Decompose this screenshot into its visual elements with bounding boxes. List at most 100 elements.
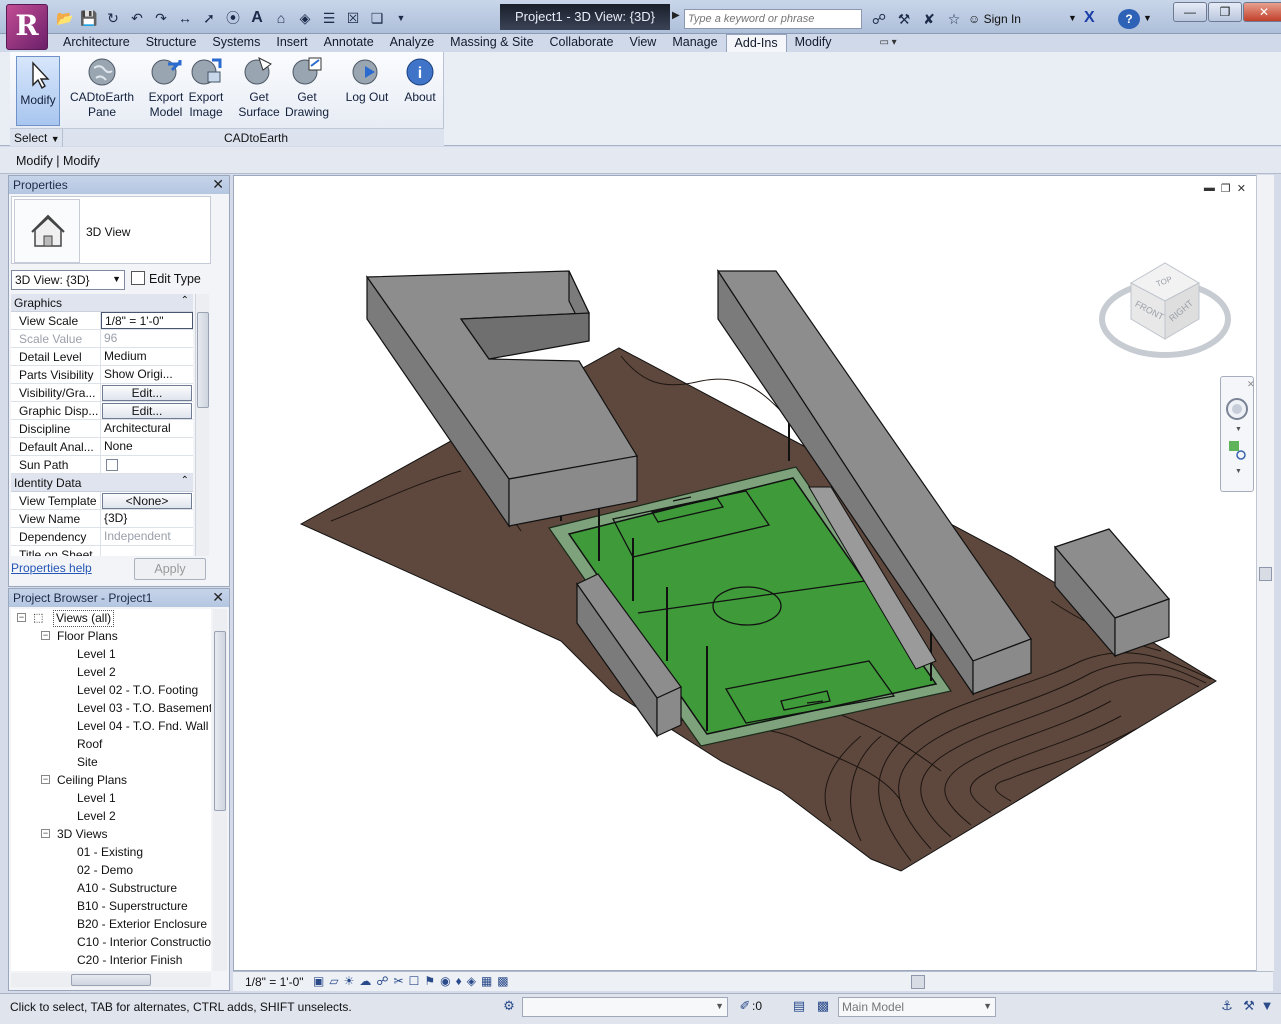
browser-tree-item[interactable]: Level 04 - T.O. Fnd. Wall [11, 717, 211, 735]
export-image-button[interactable]: Export Image [186, 56, 226, 120]
tab-add-ins[interactable]: Add-Ins [725, 34, 787, 52]
discipline-value[interactable]: Architectural [101, 420, 193, 437]
help-icon[interactable]: ? [1118, 9, 1140, 29]
close-icon[interactable]: ✕ [212, 589, 224, 606]
cadtoearth-pane-button[interactable]: CADtoEarth Pane [68, 56, 136, 120]
graphic-display-edit-button[interactable]: Edit... [102, 403, 192, 419]
dimension-icon[interactable]: ➚ [198, 8, 220, 28]
show-crop-region-icon[interactable]: ☐ [409, 974, 420, 988]
crop-view-icon[interactable]: ✂ [394, 974, 404, 988]
browser-tree-item[interactable]: − Floor Plans [11, 627, 211, 645]
tab-structure[interactable]: Structure [138, 34, 205, 52]
default-analysis-value[interactable]: None [101, 438, 193, 455]
title-on-sheet-value[interactable] [101, 546, 193, 556]
favorites-star-icon[interactable]: ☆ [943, 9, 965, 29]
customize-qat-icon[interactable]: ▼ [390, 8, 412, 28]
minimize-view-icon[interactable]: ▬ [1204, 182, 1215, 195]
switch-windows-icon[interactable]: ❏ [366, 8, 388, 28]
browser-tree-item[interactable]: B20 - Exterior Enclosure [11, 915, 211, 933]
restore-button[interactable]: ❐ [1208, 2, 1242, 22]
tab-analyze[interactable]: Analyze [382, 34, 442, 52]
save-icon[interactable]: 💾 [78, 8, 100, 28]
horizontal-scrollbar-thumb[interactable] [911, 975, 925, 989]
close-icon[interactable]: ✕ [1247, 379, 1255, 389]
unlocked-view-icon[interactable]: ⚑ [424, 974, 435, 988]
filter-icon[interactable]: ▼ [1258, 998, 1276, 1016]
type-selector[interactable]: 3D View [11, 196, 211, 264]
tab-systems[interactable]: Systems [204, 34, 268, 52]
tree-collapse-toggle[interactable]: − [17, 613, 26, 622]
binoculars-icon[interactable]: ☍ [868, 9, 890, 29]
minimize-button[interactable]: — [1173, 2, 1207, 22]
log-out-button[interactable]: Log Out [342, 56, 392, 105]
select-panel-dropdown[interactable]: Select ▼ [14, 131, 60, 145]
reveal-hidden-icon[interactable]: ♦ [456, 974, 462, 988]
scrollbar-thumb[interactable] [197, 312, 209, 408]
visibility-edit-button[interactable]: Edit... [102, 385, 192, 401]
temporary-hide-icon[interactable]: ◉ [440, 974, 450, 988]
sun-path-checkbox[interactable] [106, 459, 118, 471]
zoom-region-icon[interactable] [1229, 441, 1239, 451]
browser-tree-item[interactable]: Level 1 [11, 789, 211, 807]
worksets-icon[interactable]: ⚙ [500, 998, 518, 1016]
browser-tree-item[interactable]: Level 1 [11, 645, 211, 663]
tab-manage[interactable]: Manage [664, 34, 725, 52]
scrollbar-thumb[interactable] [1259, 567, 1272, 581]
close-icon[interactable]: ✕ [212, 176, 224, 193]
scrollbar-thumb[interactable] [71, 974, 151, 986]
view-name-value[interactable]: {3D} [101, 510, 193, 527]
browser-tree-item[interactable]: Level 2 [11, 663, 211, 681]
edit-type-button[interactable]: Edit Type [131, 271, 201, 286]
tree-collapse-toggle[interactable]: − [41, 829, 50, 838]
apply-button[interactable]: Apply [134, 558, 206, 580]
text-icon[interactable]: A [246, 8, 268, 28]
rendering-icon[interactable]: ☍ [376, 974, 388, 988]
3d-view-icon[interactable]: ⌂ [270, 8, 292, 28]
browser-tree-item[interactable]: −3D Views [11, 825, 211, 843]
view-canvas[interactable]: TOP FRONT RIGHT ▬ ❐ ✕ [233, 175, 1273, 971]
browser-tree-item[interactable]: B10 - Superstructure [11, 897, 211, 915]
properties-scrollbar[interactable] [195, 294, 209, 556]
browser-tree-item[interactable]: Level 03 - T.O. Basement [11, 699, 211, 717]
navigation-bar[interactable]: ✕ ▼ ▼ [1220, 376, 1255, 492]
browser-tree-item[interactable]: C20 - Interior Finish [11, 951, 211, 969]
select-links-icon[interactable]: ⚓ [1218, 998, 1236, 1016]
browser-tree-item[interactable]: A10 - Substructure [11, 879, 211, 897]
subscription-icon[interactable]: ⚒ [893, 9, 915, 29]
export-model-button[interactable]: Export Model [146, 56, 186, 120]
collapse-icon[interactable]: ⌃ [181, 295, 189, 306]
tab-annotate[interactable]: Annotate [316, 34, 382, 52]
browser-scrollbar[interactable] [213, 609, 227, 971]
view-template-button[interactable]: <None> [102, 493, 192, 509]
tab-insert[interactable]: Insert [268, 34, 315, 52]
close-view-icon[interactable]: ✕ [1237, 182, 1246, 195]
browser-horizontal-scrollbar[interactable] [11, 973, 211, 987]
tree-collapse-toggle[interactable]: − [41, 775, 50, 784]
communication-icon[interactable]: ✘ [918, 9, 940, 29]
tab-massing-site[interactable]: Massing & Site [442, 34, 541, 52]
sync-icon[interactable]: ↻ [102, 8, 124, 28]
design-option-combo[interactable]: Main Model ▼ [838, 997, 996, 1017]
parts-visibility-value[interactable]: Show Origi... [101, 366, 193, 383]
group-graphics[interactable]: Graphics ⌃ [11, 294, 193, 312]
tab-collaborate[interactable]: Collaborate [542, 34, 622, 52]
design-option-set-icon[interactable]: ▩ [814, 998, 832, 1016]
scrollbar-thumb[interactable] [214, 631, 226, 811]
select-underlay-icon[interactable]: ⚒ [1240, 998, 1258, 1016]
shadows-icon[interactable]: ☁ [359, 974, 371, 988]
thin-lines-icon[interactable]: ☰ [318, 8, 340, 28]
browser-tree-item[interactable]: 02 - Demo [11, 861, 211, 879]
collapse-icon[interactable]: ⌃ [181, 475, 189, 486]
browser-tree-item[interactable]: Level 2 [11, 807, 211, 825]
detail-level-value[interactable]: Medium [101, 348, 193, 365]
modify-button[interactable]: Modify [16, 56, 60, 126]
active-workset-combo[interactable]: ▼ [522, 997, 728, 1017]
design-options-icon[interactable]: ▤ [790, 998, 808, 1016]
tree-collapse-toggle[interactable]: − [41, 631, 50, 640]
ribbon-minimize-toggle-icon[interactable]: ▭ ▾ [879, 34, 896, 52]
browser-tree-item[interactable]: − ⬚ Views (all) [11, 609, 211, 627]
app-menu-button[interactable]: R [6, 4, 48, 50]
measure-icon[interactable]: ↔ [174, 8, 196, 28]
redo-icon[interactable]: ↷ [150, 8, 172, 28]
sun-path-icon[interactable]: ☀ [344, 974, 355, 988]
